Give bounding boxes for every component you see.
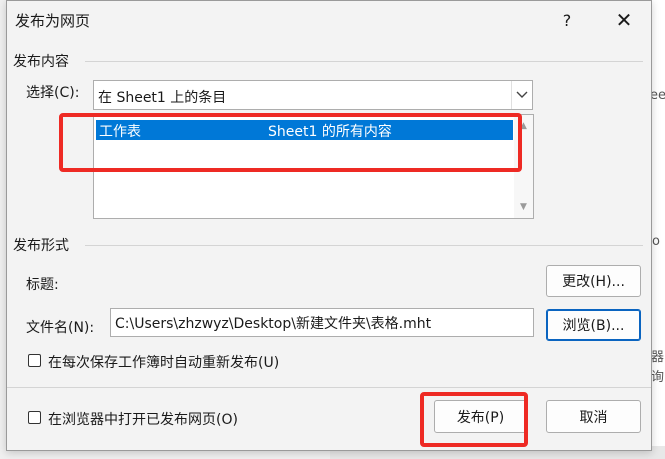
filename-input-value: C:\Users\zhzwyz\Desktop\新建文件夹\表格.mht	[115, 316, 432, 332]
list-item[interactable]: 工作表 Sheet1 的所有内容	[96, 120, 513, 140]
list-item-description: Sheet1 的所有内容	[268, 124, 392, 140]
title-label: 标题:	[26, 277, 59, 293]
choose-dropdown[interactable]: 在 Sheet1 上的条目	[93, 80, 533, 110]
publish-button[interactable]: 发布(P)	[434, 400, 527, 433]
choose-label: 选择(C):	[26, 85, 80, 101]
auto-republish-checkbox[interactable]	[28, 354, 41, 367]
section-label-publish-format: 发布形式	[13, 238, 69, 254]
change-title-button[interactable]: 更改(H)...	[546, 265, 641, 297]
help-icon: ?	[562, 10, 572, 30]
open-in-browser-checkbox[interactable]	[28, 411, 41, 424]
section-label-publish-content: 发布内容	[13, 54, 69, 70]
background-text: 器	[651, 350, 665, 365]
filename-input[interactable]: C:\Users\zhzwyz\Desktop\新建文件夹\表格.mht	[110, 308, 534, 337]
section-divider	[85, 61, 643, 62]
browse-button-label: 浏览(B)...	[562, 318, 625, 334]
list-item-type: 工作表	[99, 124, 141, 140]
chevron-down-icon[interactable]	[511, 81, 532, 109]
change-title-button-label: 更改(H)...	[562, 274, 625, 290]
close-button[interactable]: ✕	[604, 5, 644, 35]
footer-divider	[7, 387, 651, 388]
title-bar[interactable]: 发布为网页 ? ✕	[7, 1, 651, 39]
scroll-down-arrow-icon[interactable]: ▼	[514, 198, 533, 216]
open-in-browser-label[interactable]: 在浏览器中打开已发布网页(O)	[48, 409, 238, 429]
publish-button-label: 发布(P)	[456, 409, 505, 426]
help-button[interactable]: ?	[547, 5, 587, 35]
close-icon: ✕	[615, 8, 633, 32]
scroll-up-arrow-icon[interactable]: ▲	[514, 117, 533, 135]
publish-as-webpage-dialog: 发布为网页 ? ✕ 发布内容 选择(C): 在 Sheet1 上的条目 工作表 …	[6, 0, 652, 451]
cancel-button[interactable]: 取消	[546, 400, 641, 433]
section-divider	[85, 245, 643, 246]
filename-label: 文件名(N):	[26, 320, 95, 336]
dialog-title: 发布为网页	[15, 12, 91, 30]
auto-republish-label[interactable]: 在每次保存工作簿时自动重新发布(U)	[48, 352, 279, 372]
background-text: o	[652, 234, 660, 249]
background-text: 询	[651, 370, 665, 385]
background-window	[651, 0, 665, 459]
browse-button[interactable]: 浏览(B)...	[546, 309, 641, 341]
items-listbox[interactable]: 工作表 Sheet1 的所有内容 ▲ ▼	[93, 114, 534, 219]
choose-dropdown-value: 在 Sheet1 上的条目	[98, 90, 227, 106]
cancel-button-label: 取消	[579, 409, 608, 426]
background-text: ee	[650, 88, 665, 103]
listbox-scrollbar[interactable]: ▲ ▼	[514, 115, 533, 218]
